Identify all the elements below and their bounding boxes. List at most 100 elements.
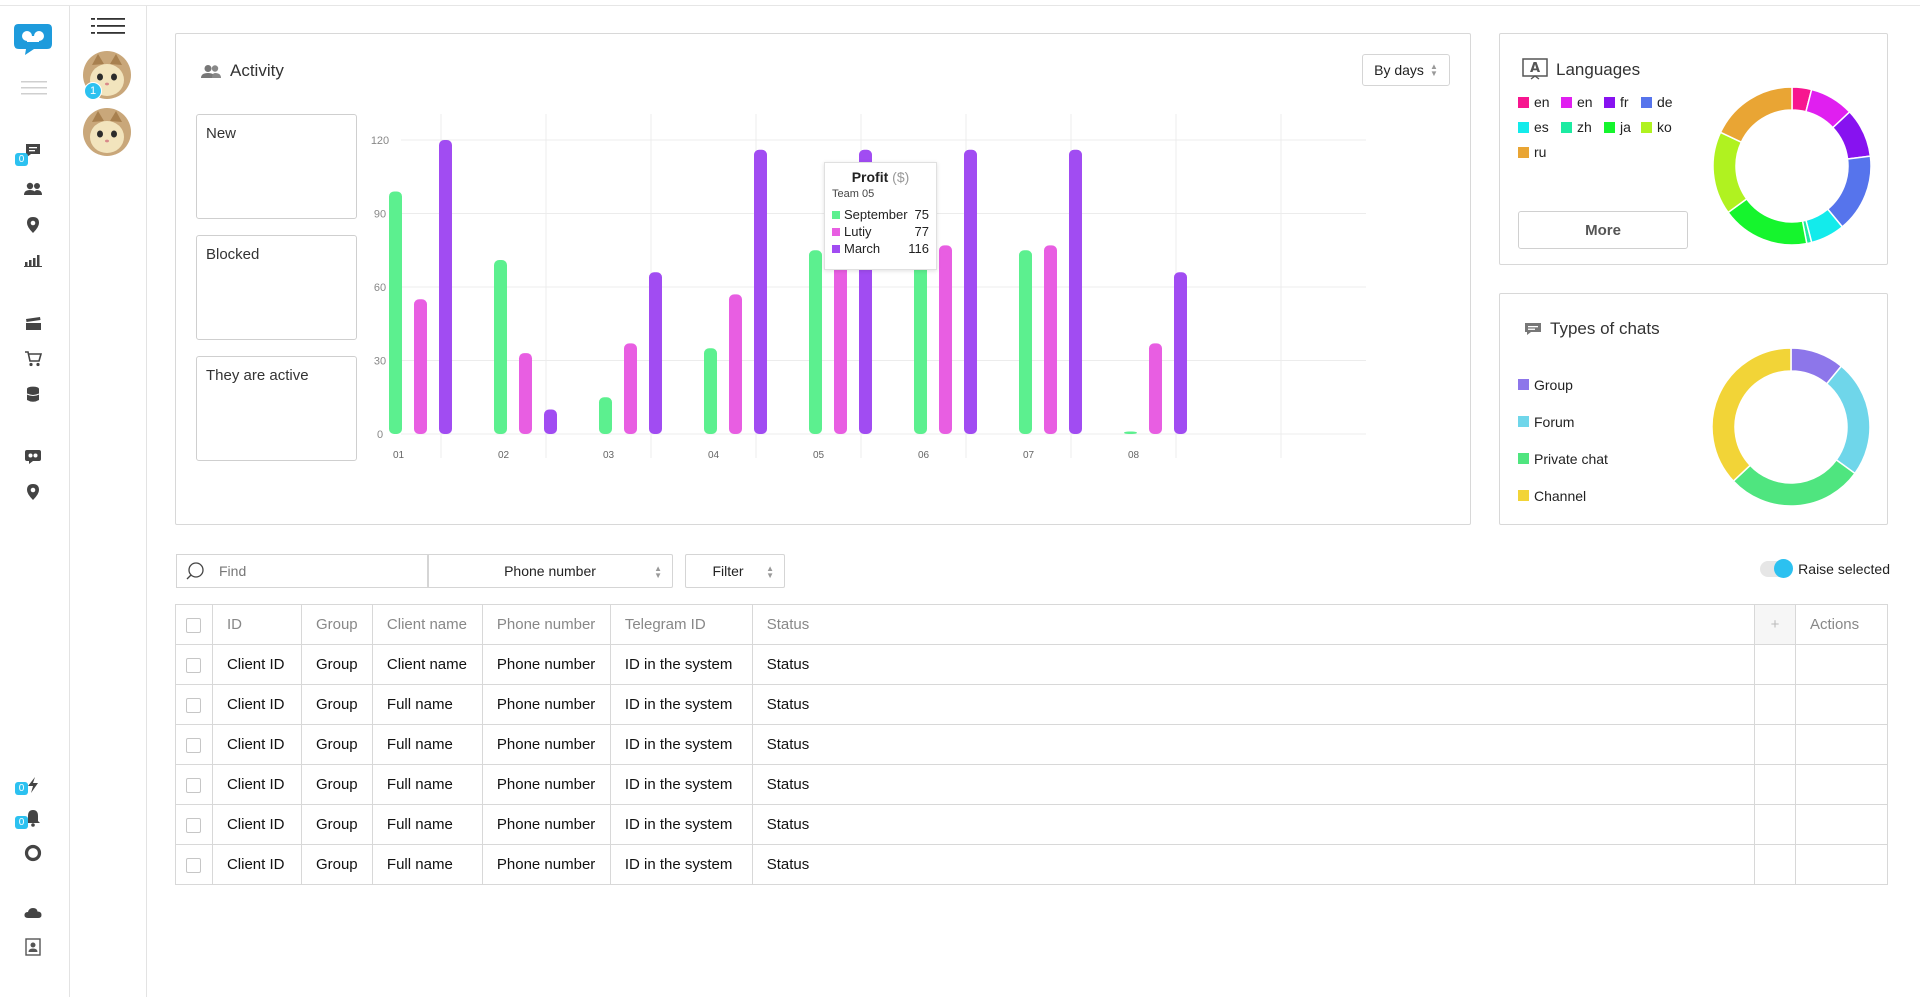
period-select[interactable]: By days ▲ ▼ (1362, 54, 1450, 86)
tooltip-row-name: Lutiy (844, 224, 872, 239)
column-header-telegram[interactable]: Telegram ID (609, 604, 753, 645)
location-pin-icon[interactable] (22, 214, 44, 236)
period-select-label: By days (1374, 62, 1424, 78)
chat-types-donut-chart (1711, 347, 1871, 507)
row-select-cell (175, 844, 213, 885)
legend-item: ko (1641, 119, 1684, 135)
select-all-checkbox[interactable] (186, 617, 202, 633)
table-row[interactable]: Client ID Group Full name Phone number I… (175, 724, 1889, 765)
x-tick-label: 08 (1128, 450, 1140, 461)
bar (599, 397, 612, 434)
filter-select[interactable]: Filter ▲ ▼ (685, 554, 785, 588)
cell-actions[interactable] (1794, 644, 1889, 685)
row-checkbox[interactable] (186, 817, 202, 833)
legend-label: ja (1620, 119, 1631, 135)
y-tick-label: 30 (374, 356, 386, 368)
cell-id: Client ID (211, 724, 302, 765)
cell-id: Client ID (211, 804, 302, 845)
y-tick-label: 0 (377, 429, 383, 441)
column-header-id[interactable]: ID (211, 604, 302, 645)
cell-actions[interactable] (1794, 764, 1889, 805)
contact-card-icon[interactable] (22, 936, 44, 958)
cell-status: Status (751, 724, 1755, 765)
cell-actions[interactable] (1794, 724, 1889, 765)
raise-selected-toggle[interactable] (1760, 559, 1794, 578)
list-menu-icon[interactable] (91, 17, 125, 40)
raise-selected-label: Raise selected (1798, 561, 1890, 577)
legend-label: Private chat (1534, 450, 1608, 467)
database-icon[interactable] (22, 383, 44, 405)
legend-swatch (1518, 146, 1529, 158)
legend-swatch (1641, 96, 1652, 108)
cell-name: Full name (371, 724, 483, 765)
menu-icon[interactable] (21, 77, 47, 99)
table-row[interactable]: Client ID Group Client name Phone number… (175, 644, 1889, 685)
search-input[interactable] (217, 562, 411, 580)
cell-actions[interactable] (1794, 684, 1889, 725)
row-checkbox[interactable] (186, 737, 202, 753)
cart-icon[interactable] (22, 347, 44, 369)
avatar[interactable] (83, 108, 131, 156)
table-row[interactable]: Client ID Group Full name Phone number I… (175, 844, 1889, 885)
column-header-phone[interactable]: Phone number (481, 604, 611, 645)
cell-phone: Phone number (481, 764, 611, 805)
phone-number-select[interactable]: Phone number ▲ ▼ (427, 554, 673, 588)
cell-actions[interactable] (1794, 844, 1889, 885)
x-tick-label: 03 (603, 450, 615, 461)
row-checkbox[interactable] (186, 697, 202, 713)
bar (439, 140, 452, 434)
cell-group: Group (300, 804, 373, 845)
column-header-client-name[interactable]: Client name (371, 604, 483, 645)
users-icon[interactable] (22, 178, 44, 200)
bell-badge: 0 (15, 816, 28, 829)
legend-label: ru (1534, 144, 1547, 160)
column-header-status[interactable]: Status (751, 604, 1755, 645)
more-button[interactable]: More (1518, 211, 1688, 249)
legend-item: ru (1518, 144, 1561, 160)
row-checkbox[interactable] (186, 777, 202, 793)
legend-label: Group (1534, 376, 1573, 393)
donut-slice (1719, 86, 1793, 144)
lightning-badge: 0 (15, 782, 28, 795)
cell-id: Client ID (211, 644, 302, 685)
cloud-icon[interactable] (22, 902, 44, 924)
chat-types-title: Types of chats (1524, 319, 1660, 339)
table-row[interactable]: Client ID Group Full name Phone number I… (175, 764, 1889, 805)
legend-item: es (1518, 119, 1561, 135)
settings-ring-icon[interactable] (22, 842, 44, 864)
column-header-group[interactable]: Group (300, 604, 373, 645)
cell-id: Client ID (211, 844, 302, 885)
raise-selected-control: Raise selected (1760, 559, 1890, 578)
bot-chat-icon[interactable] (22, 446, 44, 468)
bar (1044, 245, 1057, 434)
stat-box-active: They are active (196, 356, 357, 461)
table-row[interactable]: Client ID Group Full name Phone number I… (175, 804, 1889, 845)
stats-bars-icon[interactable] (22, 249, 44, 271)
cell-phone: Phone number (481, 724, 611, 765)
users-icon (201, 64, 221, 78)
table-row[interactable]: Client ID Group Full name Phone number I… (175, 684, 1889, 725)
location-pin-icon-2[interactable] (22, 481, 44, 503)
row-select-cell (175, 764, 213, 805)
legend-item: Channel (1518, 477, 1608, 514)
x-tick-label: 06 (918, 450, 930, 461)
row-select-cell (175, 684, 213, 725)
cell-name: Client name (371, 644, 483, 685)
legend-item: zh (1561, 119, 1604, 135)
tooltip-row: March 116 (832, 241, 929, 256)
legend-label: Channel (1534, 487, 1587, 504)
add-column-button[interactable]: + (1753, 604, 1796, 645)
legend-item: ja (1604, 119, 1641, 135)
cell-group: Group (300, 724, 373, 765)
cell-actions[interactable] (1794, 804, 1889, 845)
tooltip-row-value: 77 (914, 224, 929, 239)
row-checkbox[interactable] (186, 657, 202, 673)
legend-label: en (1577, 94, 1593, 110)
app-logo-icon[interactable] (12, 20, 54, 56)
legend-item: fr (1604, 94, 1641, 110)
legend-item: en (1518, 94, 1561, 110)
row-checkbox[interactable] (186, 857, 202, 873)
bar (1174, 272, 1187, 434)
select-all-cell (175, 604, 213, 645)
clapperboard-icon[interactable] (22, 312, 44, 334)
